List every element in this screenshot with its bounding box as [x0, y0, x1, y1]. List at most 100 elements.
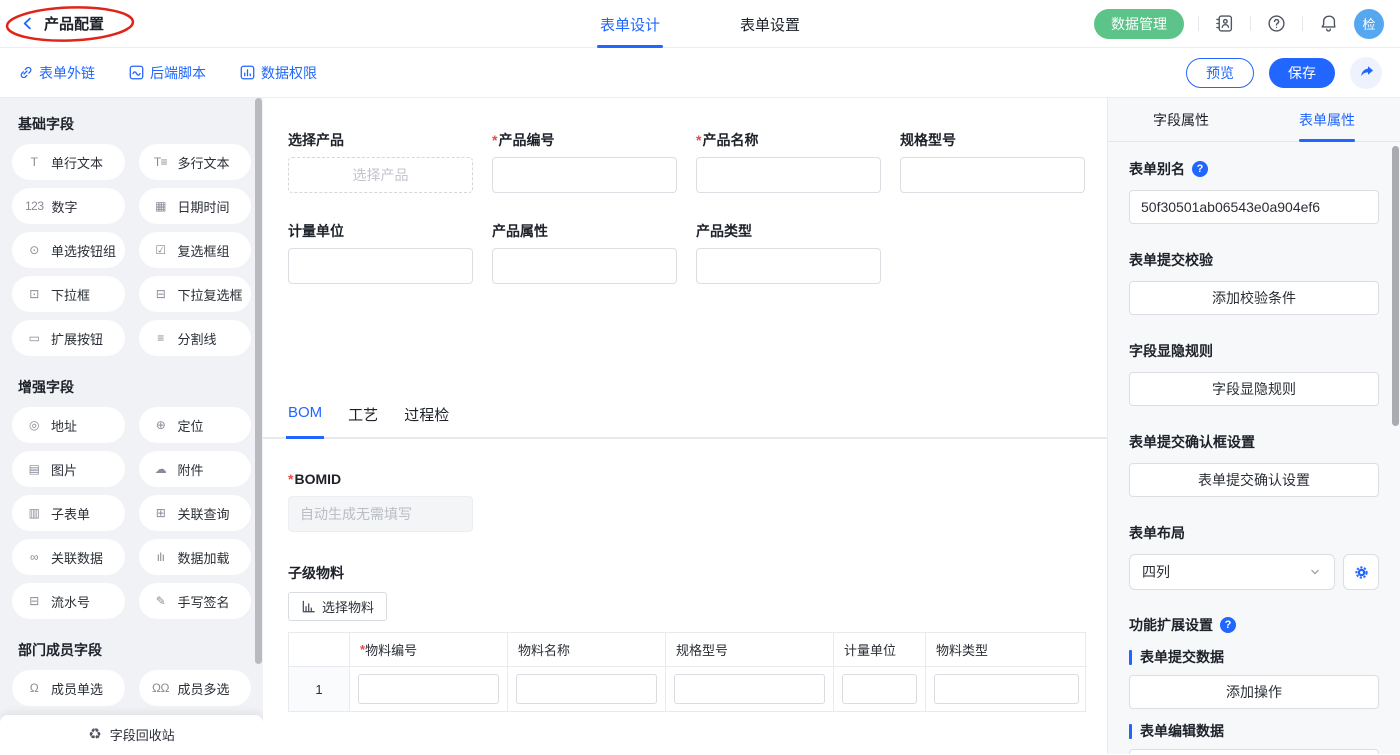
field-type-item[interactable]: ⊟ 下拉复选框 [139, 276, 252, 312]
field-type-item[interactable]: ▤ 图片 [12, 451, 125, 487]
address-book-icon[interactable] [1213, 12, 1236, 35]
field-type-item[interactable]: ⊟ 流水号 [12, 583, 125, 619]
field-type-item[interactable]: ΩΩ 成员多选 [139, 670, 252, 706]
field-type-icon: ☁ [152, 462, 170, 476]
sidebar-scrollbar[interactable] [255, 98, 262, 664]
form-alias-input[interactable] [1129, 190, 1379, 224]
panel-tabs: 字段属性表单属性 [1108, 98, 1400, 142]
select-material-button[interactable]: 选择物料 [288, 592, 387, 621]
save-button[interactable]: 保存 [1269, 58, 1335, 88]
product-picker-box[interactable]: 选择产品 [288, 157, 473, 193]
script-icon [129, 65, 144, 80]
form-field[interactable]: * 产品编号 [492, 131, 677, 193]
field-type-item[interactable]: ◎ 地址 [12, 407, 125, 443]
panel-section: 字段显隐规则 字段显隐规则 [1129, 341, 1379, 406]
field-input[interactable] [492, 157, 677, 193]
sidebar-section-title: 增强字段 [18, 377, 245, 397]
cell-input[interactable] [842, 674, 917, 704]
subform-tab[interactable]: 工艺 [348, 404, 378, 437]
panel-scrollbar[interactable] [1392, 146, 1399, 426]
field-type-item[interactable]: ▥ 子表单 [12, 495, 125, 531]
field-type-item[interactable]: 123 数字 [12, 188, 125, 224]
cell-input[interactable] [358, 674, 499, 704]
panel-section-button[interactable]: 表单提交确认设置 [1129, 463, 1379, 497]
field-type-item[interactable]: ⊙ 单选按钮组 [12, 232, 125, 268]
cell-input[interactable] [934, 674, 1079, 704]
form-field[interactable]: 计量单位 [288, 222, 473, 284]
field-type-icon: ☑ [152, 243, 170, 257]
field-input[interactable] [288, 248, 473, 284]
add-action-button[interactable]: 添加操作 [1129, 749, 1379, 754]
share-button[interactable] [1350, 57, 1382, 89]
field-type-item[interactable]: ▦ 日期时间 [139, 188, 252, 224]
subform-tab[interactable]: BOM [288, 404, 322, 437]
subform-tab[interactable]: 过程检 [404, 404, 449, 437]
form-field[interactable]: * 产品名称 [696, 131, 881, 193]
field-input[interactable] [900, 157, 1085, 193]
add-action-button[interactable]: 添加操作 [1129, 675, 1379, 709]
field-type-icon: ılı [152, 550, 170, 564]
form-alias-label: 表单别名 ? [1129, 159, 1379, 179]
form-external-link-button[interactable]: 表单外链 [18, 63, 95, 83]
field-type-icon: T [25, 155, 43, 169]
panel-section-button[interactable]: 添加校验条件 [1129, 281, 1379, 315]
header-tab[interactable]: 表单设计 [600, 0, 660, 48]
cell-input[interactable] [674, 674, 825, 704]
back-button[interactable]: 产品配置 [20, 13, 104, 34]
extension-settings-label: 功能扩展设置 ? [1129, 615, 1379, 635]
table-cell [507, 667, 665, 711]
field-type-item[interactable]: ⊕ 定位 [139, 407, 252, 443]
backend-script-button[interactable]: 后端脚本 [129, 63, 206, 83]
field-input[interactable] [492, 248, 677, 284]
field-type-label: 日期时间 [178, 197, 230, 216]
panel-tab[interactable]: 表单属性 [1254, 98, 1400, 141]
column-header-cell: * 物料编号 [349, 633, 507, 667]
form-field[interactable]: 规格型号 [900, 131, 1085, 193]
divider [1198, 16, 1199, 31]
field-type-item[interactable]: ⊞ 关联查询 [139, 495, 252, 531]
form-field[interactable]: 选择产品 选择产品 [288, 131, 473, 193]
form-field[interactable]: 产品属性 [492, 222, 677, 284]
field-type-label: 数字 [52, 197, 78, 216]
layout-settings-button[interactable] [1343, 554, 1379, 590]
field-type-item[interactable]: T 单行文本 [12, 144, 125, 180]
field-type-icon: ▥ [25, 506, 43, 520]
field-type-item[interactable]: ılı 数据加载 [139, 539, 252, 575]
field-type-icon: Ω [25, 681, 43, 695]
field-type-item[interactable]: Ω 成员单选 [12, 670, 125, 706]
bomid-label: BOMID [294, 471, 341, 487]
field-type-item[interactable]: ▭ 扩展按钮 [12, 320, 125, 356]
help-icon[interactable] [1265, 12, 1288, 35]
field-type-item[interactable]: ☑ 复选框组 [139, 232, 252, 268]
gear-icon [1353, 564, 1370, 581]
panel-section-button[interactable]: 字段显隐规则 [1129, 372, 1379, 406]
header-tab[interactable]: 表单设置 [740, 0, 800, 48]
field-type-label: 流水号 [51, 592, 90, 611]
data-manage-button[interactable]: 数据管理 [1094, 9, 1184, 39]
field-input[interactable] [696, 248, 881, 284]
bomid-input[interactable] [288, 496, 473, 532]
table-cell [925, 667, 1087, 711]
panel-tab[interactable]: 字段属性 [1108, 98, 1254, 141]
panel-section-label: 表单提交确认框设置 [1129, 432, 1379, 452]
field-type-label: 手写签名 [178, 592, 230, 611]
divider [1250, 16, 1251, 31]
field-input[interactable] [696, 157, 881, 193]
field-recycle-bin[interactable]: ♻ 字段回收站 [0, 715, 263, 754]
cell-input[interactable] [516, 674, 657, 704]
field-type-item[interactable]: ✎ 手写签名 [139, 583, 252, 619]
form-field[interactable]: 产品类型 [696, 222, 881, 284]
field-type-item[interactable]: ⊡ 下拉框 [12, 276, 125, 312]
notification-bell-icon[interactable] [1317, 12, 1340, 35]
field-type-item[interactable]: ≡ 分割线 [139, 320, 252, 356]
preview-button[interactable]: 预览 [1186, 58, 1254, 88]
help-badge-icon[interactable]: ? [1220, 617, 1236, 633]
help-badge-icon[interactable]: ? [1192, 161, 1208, 177]
field-type-item[interactable]: T≡ 多行文本 [139, 144, 252, 180]
layout-select[interactable]: 四列 [1129, 554, 1335, 590]
user-avatar[interactable]: 检 [1354, 9, 1384, 39]
field-type-item[interactable]: ∞ 关联数据 [12, 539, 125, 575]
data-permission-button[interactable]: 数据权限 [240, 63, 317, 83]
field-type-item[interactable]: ☁ 附件 [139, 451, 252, 487]
properties-panel: 字段属性表单属性 表单别名 ? 表单提交校验 添加校验条件 字段显隐规则 字段显… [1107, 98, 1400, 754]
